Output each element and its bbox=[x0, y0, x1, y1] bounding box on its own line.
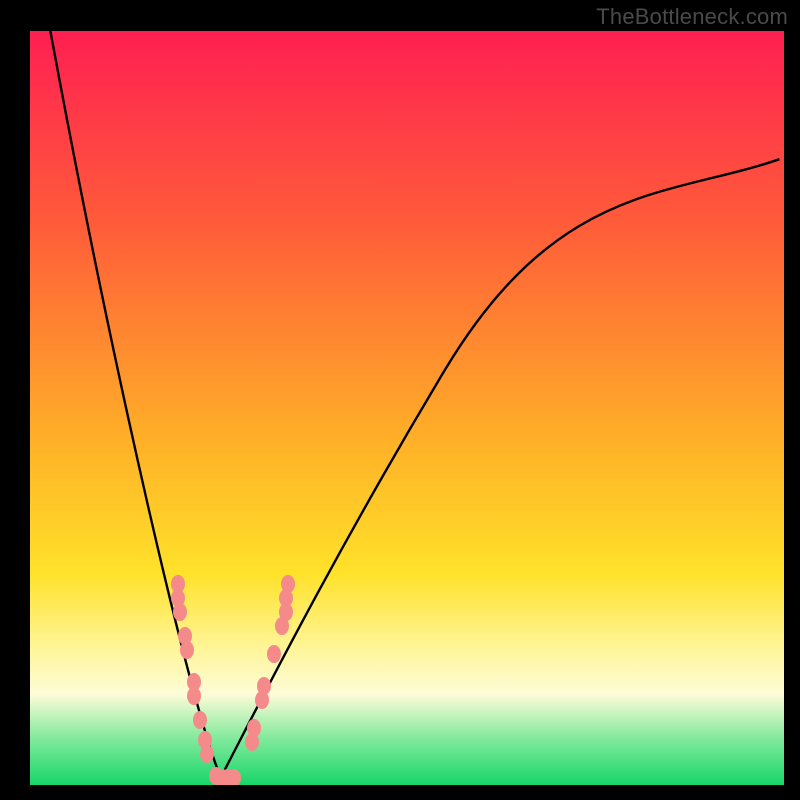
watermark-text: TheBottleneck.com bbox=[596, 4, 788, 30]
highlight-dot bbox=[180, 641, 194, 659]
highlight-dot bbox=[200, 745, 214, 763]
plot-area bbox=[30, 31, 784, 785]
highlight-dot bbox=[247, 719, 261, 737]
highlight-dot bbox=[187, 687, 201, 705]
chart-frame: TheBottleneck.com bbox=[0, 0, 800, 800]
highlight-dot bbox=[257, 677, 271, 695]
highlight-dot bbox=[173, 603, 187, 621]
curve-right-arm bbox=[221, 159, 780, 777]
highlight-dot bbox=[281, 575, 295, 593]
highlight-dot bbox=[267, 645, 281, 663]
highlight-dot bbox=[193, 711, 207, 729]
curve-left-arm bbox=[50, 31, 220, 777]
curve-layer bbox=[30, 31, 784, 785]
